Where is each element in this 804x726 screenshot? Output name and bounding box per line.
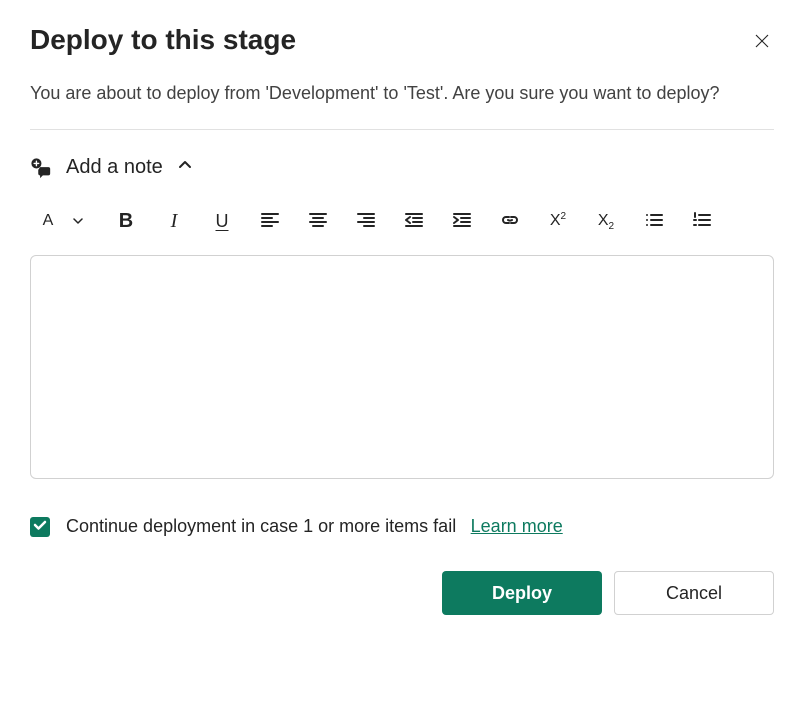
close-button[interactable] [750, 30, 774, 54]
indent-button[interactable] [450, 209, 474, 233]
number-list-button[interactable] [690, 209, 714, 233]
subscript-button[interactable]: X2 [594, 209, 618, 233]
subscript-icon: X2 [598, 212, 614, 230]
link-icon [500, 210, 520, 233]
align-right-button[interactable] [354, 209, 378, 233]
note-textarea[interactable] [30, 255, 774, 479]
underline-icon: U [216, 211, 229, 232]
align-right-icon [356, 210, 376, 233]
bullet-list-button[interactable] [642, 209, 666, 233]
chevron-up-icon [177, 157, 193, 178]
number-list-icon [692, 210, 712, 233]
align-center-button[interactable] [306, 209, 330, 233]
outdent-button[interactable] [402, 209, 426, 233]
superscript-button[interactable]: X2 [546, 209, 570, 233]
note-add-icon [30, 157, 52, 179]
learn-more-link[interactable]: Learn more [471, 516, 563, 536]
italic-button[interactable]: I [162, 209, 186, 233]
close-icon [753, 32, 771, 53]
outdent-icon [404, 210, 424, 233]
italic-icon: I [171, 210, 178, 233]
cancel-button[interactable]: Cancel [614, 571, 774, 615]
divider [30, 129, 774, 130]
format-toolbar: A B I U [30, 209, 774, 233]
deploy-button[interactable]: Deploy [442, 571, 602, 615]
align-left-button[interactable] [258, 209, 282, 233]
continue-on-fail-checkbox[interactable] [30, 517, 50, 537]
dialog-title: Deploy to this stage [30, 24, 296, 56]
add-note-toggle[interactable]: Add a note [30, 156, 774, 179]
add-note-label: Add a note [66, 156, 163, 179]
caret-down-icon [73, 214, 83, 229]
superscript-icon: X2 [550, 212, 566, 230]
font-color-icon: A [43, 213, 54, 229]
checkbox-label: Continue deployment in case 1 or more it… [66, 516, 456, 536]
indent-icon [452, 210, 472, 233]
align-left-icon [260, 210, 280, 233]
bold-icon: B [119, 210, 133, 233]
dialog-description: You are about to deploy from 'Developmen… [30, 80, 750, 107]
link-button[interactable] [498, 209, 522, 233]
checkmark-icon [33, 518, 47, 535]
align-center-icon [308, 210, 328, 233]
bold-button[interactable]: B [114, 209, 138, 233]
bullet-list-icon [644, 210, 664, 233]
font-color-dropdown[interactable] [66, 209, 90, 233]
font-color-button[interactable]: A [36, 209, 60, 233]
underline-button[interactable]: U [210, 209, 234, 233]
